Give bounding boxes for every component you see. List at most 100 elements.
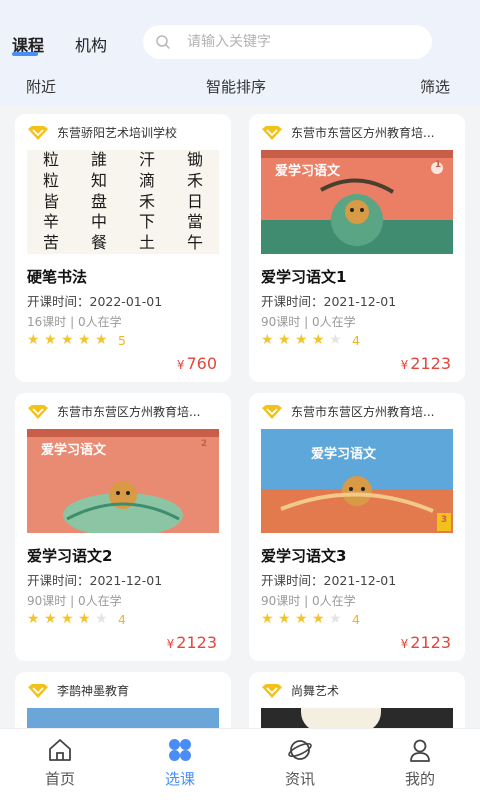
vip-diamond-icon <box>262 683 282 698</box>
filter-nearby[interactable]: 附近 <box>26 76 56 97</box>
price-value: 2123 <box>410 633 451 652</box>
rating-stars: ★ ★ ★ ★ ★ 4 <box>27 611 126 627</box>
nav-news[interactable]: 资讯 <box>240 735 360 797</box>
school-row: 东营市东营区方州教育培... <box>261 403 457 420</box>
course-card[interactable]: 东营骄阳艺术培训学校 粒 誰 汗 锄 粒 知 滴 禾 皆 盘 禾 日 辛 中 下… <box>15 114 231 382</box>
calligraphy-char: 辛 <box>42 212 59 232</box>
tab-institutions[interactable]: 机构 <box>75 32 107 56</box>
search-input[interactable] <box>187 25 417 59</box>
course-thumbnail: 粒 誰 汗 锄 粒 知 滴 禾 皆 盘 禾 日 辛 中 下 當 苦 餐 土 午 <box>27 150 219 254</box>
course-card[interactable]: 李鹊神墨教育 <box>15 672 231 732</box>
course-thumbnail: 爱学习语文 1 <box>261 150 453 254</box>
book-volume-number: 3 <box>440 515 448 525</box>
rating-stars: ★ ★ ★ ★ ★ 4 <box>261 332 360 348</box>
star-icon: ★ <box>27 332 40 348</box>
calligraphy-char: 下 <box>138 212 155 232</box>
vip-diamond-icon <box>262 125 282 140</box>
news-icon <box>288 740 312 760</box>
calligraphy-char: 粒 <box>42 170 59 190</box>
top-bar: 课程 机构 <box>0 0 480 66</box>
vip-diamond-icon <box>28 683 48 698</box>
vip-diamond-icon <box>28 125 48 140</box>
rating-value: 4 <box>352 611 360 627</box>
star-icon: ★ <box>278 611 291 627</box>
search-icon <box>156 35 170 49</box>
course-start-date: 开课时间：2021-12-01 <box>27 573 163 588</box>
course-card[interactable]: 尚舞艺术 <box>249 672 465 732</box>
course-card[interactable]: 东营市东营区方州教育培... 爱学习语文 2 爱学习语文2 开课时间：2021-… <box>15 393 231 661</box>
calligraphy-char: 滴 <box>138 170 155 190</box>
school-row: 东营市东营区方州教育培... <box>261 124 457 141</box>
nav-course-select[interactable]: 选课 <box>120 735 240 797</box>
star-icon: ★ <box>44 611 57 627</box>
rating-value: 5 <box>118 332 126 348</box>
nav-label: 首页 <box>44 770 75 788</box>
vip-diamond-icon <box>28 404 48 419</box>
profile-icon <box>410 739 430 762</box>
calligraphy-char: 禾 <box>186 170 203 190</box>
course-title: 硬笔书法 <box>27 268 88 286</box>
course-title: 爱学习语文1 <box>261 268 347 286</box>
rating-value: 4 <box>118 611 126 627</box>
book-cover-title: 爱学习语文 <box>275 164 341 179</box>
course-price: ¥2123 <box>401 633 451 652</box>
filter-smart-sort[interactable]: 智能排序 <box>206 76 266 97</box>
book-cover-title: 爱学习语文 <box>311 447 377 462</box>
currency-symbol: ¥ <box>400 637 409 651</box>
rating-stars: ★ ★ ★ ★ ★ 5 <box>27 332 126 348</box>
calligraphy-char: 汗 <box>138 150 155 169</box>
star-icon: ★ <box>78 332 91 348</box>
course-thumbnail: 爱学习语文 3 <box>261 429 453 533</box>
star-icon: ★ <box>78 611 91 627</box>
school-row: 李鹊神墨教育 <box>27 682 223 699</box>
course-start-date: 开课时间：2021-12-01 <box>261 573 397 588</box>
active-tab-indicator <box>12 52 38 56</box>
book-cover-title: 爱学习语文 <box>41 443 107 458</box>
school-name: 李鹊神墨教育 <box>57 684 130 698</box>
school-name: 东营骄阳艺术培训学校 <box>57 126 178 140</box>
home-icon <box>49 739 71 761</box>
course-card[interactable]: 东营市东营区方州教育培... 爱学习语文 1 爱学习语文1 开课时间：2021-… <box>249 114 465 382</box>
calligraphy-char: 餐 <box>90 233 107 253</box>
filter-screen[interactable]: 筛选 <box>420 76 450 97</box>
vip-diamond-icon <box>262 404 282 419</box>
star-icon: ★ <box>261 332 274 348</box>
school-row: 东营市东营区方州教育培... <box>27 403 223 420</box>
price-value: 2123 <box>410 354 451 373</box>
nav-home[interactable]: 首页 <box>0 735 120 797</box>
course-select-icon <box>169 739 191 761</box>
calligraphy-char: 粒 <box>42 150 59 169</box>
price-value: 2123 <box>176 633 217 652</box>
school-name: 东营市东营区方州教育培... <box>291 405 435 419</box>
search-box[interactable] <box>143 25 432 59</box>
calligraphy-char: 土 <box>138 233 155 253</box>
calligraphy-char: 苦 <box>42 233 59 253</box>
star-icon: ★ <box>61 611 74 627</box>
calligraphy-char: 皆 <box>42 191 59 211</box>
course-title: 爱学习语文2 <box>27 547 113 565</box>
star-icon: ★ <box>278 332 291 348</box>
book-volume-number: 1 <box>434 160 442 170</box>
course-price: ¥2123 <box>401 354 451 373</box>
star-icon: ★ <box>44 332 57 348</box>
course-start-date: 开课时间：2021-12-01 <box>261 294 397 309</box>
bottom-nav: 首页 选课 资讯 我的 <box>0 728 480 800</box>
star-icon: ★ <box>61 332 74 348</box>
course-hours: 90课时 | 0人在学 <box>27 594 122 608</box>
star-icon: ★ <box>312 332 325 348</box>
currency-symbol: ¥ <box>166 637 175 651</box>
filter-bar: 附近 智能排序 筛选 <box>0 66 480 106</box>
star-icon: ★ <box>312 611 325 627</box>
course-card[interactable]: 东营市东营区方州教育培... 爱学习语文 3 爱学习语文 3 开课时间：2021-… <box>249 393 465 661</box>
course-price: ¥760 <box>177 354 217 373</box>
calligraphy-char: 知 <box>90 170 107 190</box>
nav-label: 资讯 <box>284 770 315 788</box>
star-icon: ★ <box>329 332 342 348</box>
nav-profile[interactable]: 我的 <box>360 735 480 797</box>
calligraphy-char: 午 <box>186 233 203 253</box>
course-hours: 16课时 | 0人在学 <box>27 315 122 329</box>
calligraphy-char: 誰 <box>90 150 107 169</box>
currency-symbol: ¥ <box>176 358 185 372</box>
course-price: ¥2123 <box>167 633 217 652</box>
currency-symbol: ¥ <box>400 358 409 372</box>
